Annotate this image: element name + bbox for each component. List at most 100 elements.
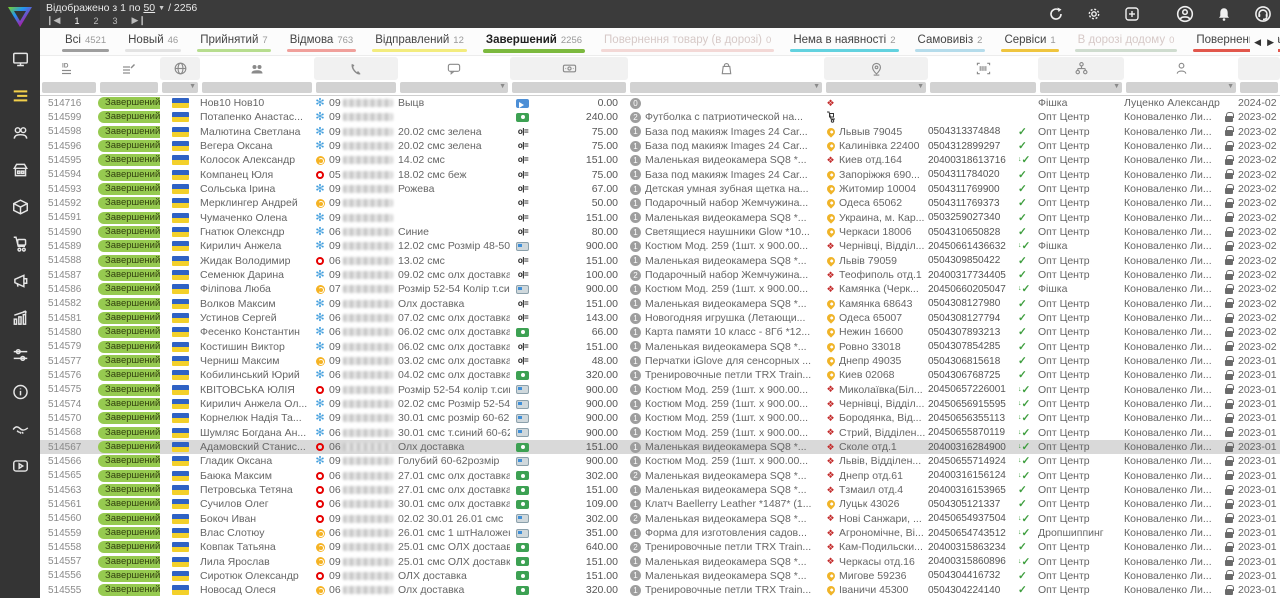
sidebar-item-clients[interactable] [0,114,40,151]
column-country[interactable] [160,57,200,80]
table-row[interactable]: 514570ЗавершенийКорнелюк Надія Та...✻093… [40,411,1280,425]
table-row[interactable]: 514587ЗавершенийСеменюк Дарина✻0909.02 с… [40,268,1280,282]
sidebar-item-partners[interactable] [0,410,40,447]
page-button-3[interactable]: 3 [113,16,118,26]
page-button-2[interactable]: 2 [93,16,98,26]
column-filter-input[interactable] [930,82,1036,93]
table-row[interactable]: 514588ЗавершенийЖидак Володимир0613.02 с… [40,254,1280,268]
table-row[interactable]: 514558ЗавершенийКовпак Татьяна0925.01 см… [40,540,1280,554]
sidebar-item-showcase[interactable] [0,151,40,188]
table-row[interactable]: 514599ЗавершенийПотапенко Анастас...✻092… [40,110,1280,124]
tabs-scroll-right[interactable]: ▶ [1267,37,1274,48]
table-row[interactable]: 514589ЗавершенийКирилич Анжела✻0912.02 с… [40,239,1280,253]
table-row[interactable]: 514591ЗавершенийЧумаченко Олена✻09o|=151… [40,211,1280,225]
table-row[interactable]: 514574ЗавершенийКирилич Анжела Ол...✻090… [40,397,1280,411]
sidebar-item-orders[interactable] [0,77,40,114]
sidebar-item-statistics[interactable] [0,299,40,336]
filter-dropdown-icon[interactable]: ▼ [189,83,196,90]
tab-4[interactable]: Відмова763 [279,28,364,55]
column-sales-channel[interactable] [1038,57,1124,80]
column-filter-input[interactable] [202,82,312,93]
tab-2[interactable]: Новый46 [117,28,189,55]
tab-10[interactable]: Сервіси1 [993,28,1066,55]
column-filter-input[interactable] [316,82,396,93]
filter-dropdown-icon[interactable]: ▼ [917,83,924,90]
sidebar-item-info[interactable] [0,373,40,410]
column-client[interactable] [200,57,314,80]
column-comment[interactable] [398,57,510,80]
column-phone[interactable] [314,57,398,80]
column-filter-input[interactable] [512,82,626,93]
profile-button[interactable] [1176,5,1194,23]
app-logo[interactable] [0,0,40,34]
column-filter-input[interactable]: ▼ [400,82,508,93]
table-row[interactable]: 514581ЗавершенийУстинов Сергей✻0607.02 с… [40,311,1280,325]
filter-dropdown-icon[interactable]: ▼ [1227,83,1234,90]
support-button[interactable] [1254,5,1272,23]
table-row[interactable]: 514576ЗавершенийКобилинський Юрий✻0604.0… [40,368,1280,382]
last-page-button[interactable]: ▶❙ [132,15,146,26]
filter-dropdown-icon[interactable]: ▼ [813,83,820,90]
column-filter-input[interactable]: ▼ [162,82,198,93]
table-row[interactable]: 514560ЗавершенийБокоч Иван0902.02 30.01 … [40,512,1280,526]
column-filter-input[interactable]: ▼ [630,82,822,93]
column-id[interactable]: ID [40,57,98,80]
tab-3[interactable]: Прийнятий7 [189,28,279,55]
table-row[interactable]: 514598ЗавершенийМалютина Светлана✻0920.0… [40,125,1280,139]
column-date[interactable] [1238,57,1280,80]
sidebar-item-marketing[interactable] [0,262,40,299]
settings-button[interactable] [1086,6,1102,22]
table-row[interactable]: 514579ЗавершенийКостишин Виктор✻0906.02 … [40,340,1280,354]
tabs-scroll-left[interactable]: ◀ [1254,37,1261,48]
first-page-button[interactable]: ❙◀ [46,15,60,26]
column-filter-input[interactable] [100,82,158,93]
column-filter-input[interactable]: ▼ [1126,82,1236,93]
table-row[interactable]: 514559ЗавершенийВлас Слотюу0626.01 смс 1… [40,526,1280,540]
filter-dropdown-icon[interactable]: ▼ [499,83,506,90]
table-row[interactable]: 514568ЗавершенийШумляс Богдана Ан...✻063… [40,426,1280,440]
sidebar-item-automation[interactable] [0,336,40,373]
tab-6[interactable]: Завершений2256 [475,28,593,55]
table-row[interactable]: 514557ЗавершенийЛила Ярослав0925.01 смс … [40,555,1280,569]
tab-9[interactable]: Самовивіз2 [907,28,994,55]
table-row[interactable]: 514577ЗавершенийЧерниш Максим0903.02 смс… [40,354,1280,368]
add-order-button[interactable] [1124,6,1140,22]
sidebar-item-tutorials[interactable] [0,447,40,484]
table-row[interactable]: 514716ЗавершенийНов10 Нов10✻09Выцв0.000❖… [40,96,1280,110]
table-row[interactable]: 514555ЗавершенийНовосад Олеся06Олх доста… [40,583,1280,597]
notifications-button[interactable] [1216,6,1232,23]
column-ttn[interactable] [928,57,1038,80]
refresh-button[interactable] [1048,6,1064,22]
table-row[interactable]: 514565ЗавершенийБаюка Максим0627.01 смс … [40,469,1280,483]
table-row[interactable]: 514556ЗавершенийСиротюк Олександр09ОЛХ д… [40,569,1280,583]
column-filter-input[interactable]: ▼ [1040,82,1122,93]
tab-11[interactable]: В дорозі додому0 [1067,28,1186,55]
table-row[interactable]: 514596ЗавершенийВегера Оксана✻0920.02 см… [40,139,1280,153]
sidebar-item-dashboard[interactable] [0,40,40,77]
table-row[interactable]: 514566ЗавершенийГладик Оксана✻09Голубий … [40,454,1280,468]
table-row[interactable]: 514563ЗавершенийПетровська Тетяна0627.01… [40,483,1280,497]
table-row[interactable]: 514593ЗавершенийСольська Ірина✻09Рожеваo… [40,182,1280,196]
filter-dropdown-icon[interactable]: ▼ [1113,83,1120,90]
table-row[interactable]: 514567ЗавершенийАдамовский Станис...06Ол… [40,440,1280,454]
tab-1[interactable]: Всі4521 [54,28,117,55]
column-filter-input[interactable]: ▼ [826,82,926,93]
table-row[interactable]: 514561ЗавершенийСучилов Олег0630.01 смс … [40,497,1280,511]
table-row[interactable]: 514595ЗавершенийКолосок Александр0914.02… [40,153,1280,167]
table-row[interactable]: 514580ЗавершенийФесенко Константин✻0606.… [40,325,1280,339]
table-row[interactable]: 514590ЗавершенийГнатюк Олексндр✻06Синиеo… [40,225,1280,239]
sidebar-item-products[interactable] [0,188,40,225]
column-filter-input[interactable] [42,82,96,93]
table-row[interactable]: 514575ЗавершенийКВІТОВСЬКА ЮЛІЯ09Розмір … [40,383,1280,397]
tab-8[interactable]: Нема в наявності2 [782,28,906,55]
table-row[interactable]: 514592ЗавершенийМерклингер Андрей09o|=50… [40,196,1280,210]
tab-7[interactable]: Повернення товару (в дорозі)0 [593,28,782,55]
column-status[interactable] [98,57,160,80]
column-delivery[interactable] [824,57,928,80]
column-filter-input[interactable] [1240,82,1278,93]
column-payment[interactable] [510,57,628,80]
sidebar-item-procurement[interactable] [0,225,40,262]
tab-5[interactable]: Відправлений12 [364,28,475,55]
table-row[interactable]: 514586ЗавершенийФіліпова Люба07Розмір 52… [40,282,1280,296]
page-size-dropdown[interactable]: 50 [143,2,155,14]
